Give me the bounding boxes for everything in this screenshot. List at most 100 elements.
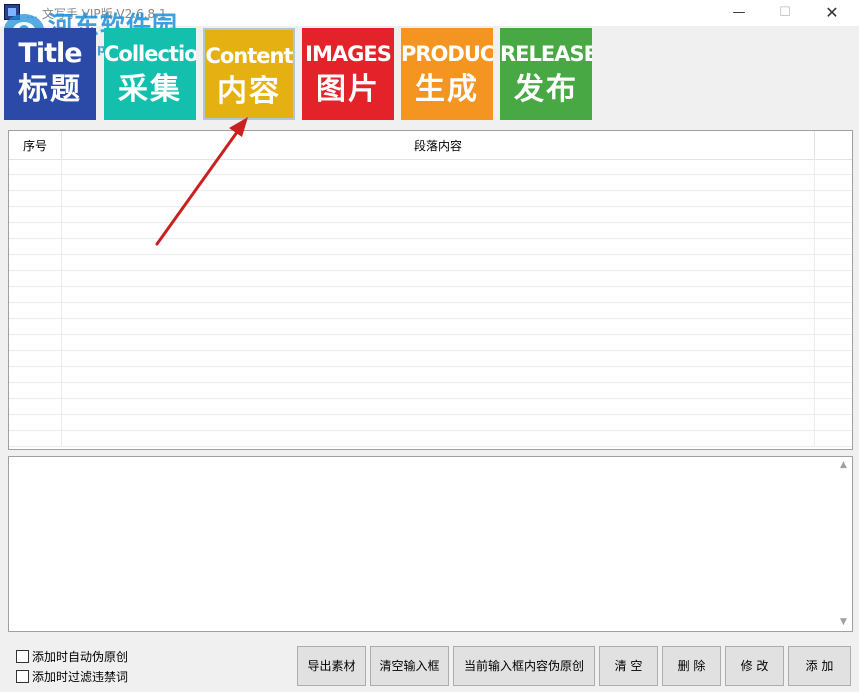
cell-paragraph xyxy=(62,191,815,207)
cell-paragraph xyxy=(62,303,815,319)
table-row[interactable] xyxy=(9,367,852,383)
table-row[interactable] xyxy=(9,335,852,351)
column-header-number[interactable]: 序号 xyxy=(9,131,62,159)
cell-paragraph xyxy=(62,271,815,287)
table-row[interactable] xyxy=(9,271,852,287)
cell-paragraph xyxy=(62,255,815,271)
close-button[interactable]: ✕ xyxy=(809,0,855,26)
table-row[interactable] xyxy=(9,303,852,319)
add-button[interactable]: 添 加 xyxy=(788,646,851,686)
tile-release-zh: 发布 xyxy=(514,72,578,107)
cell-number xyxy=(9,223,62,239)
tile-content-zh: 内容 xyxy=(217,74,281,109)
table-row[interactable] xyxy=(9,239,852,255)
cell-number xyxy=(9,367,62,383)
title-bar: … 文写手 VIP版 V2.6.8.1 — ☐ ✕ xyxy=(0,0,859,26)
tile-images-en: IMAGES xyxy=(305,42,392,66)
cell-number xyxy=(9,255,62,271)
cell-number xyxy=(9,287,62,303)
delete-button[interactable]: 删 除 xyxy=(662,646,721,686)
tile-release-en: RELEASE xyxy=(500,42,592,66)
cell-number xyxy=(9,319,62,335)
column-header-paragraph[interactable]: 段落内容 xyxy=(62,131,815,159)
cell-number xyxy=(9,303,62,319)
table-row[interactable] xyxy=(9,255,852,271)
paragraph-table[interactable]: 序号 段落内容 xyxy=(8,130,853,450)
table-row[interactable] xyxy=(9,431,852,447)
table-row[interactable] xyxy=(9,399,852,415)
checkbox-label: 添加时过滤违禁词 xyxy=(32,670,129,684)
cell-number xyxy=(9,271,62,287)
table-row[interactable] xyxy=(9,287,852,303)
cell-number xyxy=(9,383,62,399)
table-header: 序号 段落内容 xyxy=(9,131,852,160)
table-row[interactable] xyxy=(9,351,852,367)
cell-paragraph xyxy=(62,367,815,383)
pseudo-original-input-button[interactable]: 当前输入框内容伪原创 xyxy=(453,646,595,686)
table-row[interactable] xyxy=(9,207,852,223)
scroll-up-icon[interactable]: ▲ xyxy=(835,457,852,474)
clear-button[interactable]: 清 空 xyxy=(599,646,658,686)
cell-paragraph xyxy=(62,319,815,335)
table-row[interactable] xyxy=(9,415,852,431)
table-row[interactable] xyxy=(9,159,852,175)
tile-product-en: PRODUCT.. xyxy=(401,42,493,66)
table-row[interactable] xyxy=(9,223,852,239)
table-row[interactable] xyxy=(9,175,852,191)
table-row[interactable] xyxy=(9,383,852,399)
table-row[interactable] xyxy=(9,319,852,335)
tile-product[interactable]: PRODUCT.. 生成 xyxy=(401,28,493,120)
cell-number xyxy=(9,239,62,255)
clear-input-button[interactable]: 清空输入框 xyxy=(370,646,449,686)
tile-collection-zh: 采集 xyxy=(118,72,182,107)
maximize-button[interactable]: ☐ xyxy=(762,0,808,26)
cell-paragraph xyxy=(62,431,815,447)
cell-paragraph xyxy=(62,239,815,255)
tile-product-zh: 生成 xyxy=(415,72,479,107)
cell-paragraph xyxy=(62,415,815,431)
table-rows xyxy=(9,159,852,447)
cell-paragraph xyxy=(62,175,815,191)
minimize-button[interactable]: — xyxy=(716,0,762,26)
tile-images-zh: 图片 xyxy=(316,72,380,107)
cell-number xyxy=(9,159,62,175)
cell-number xyxy=(9,399,62,415)
textarea-scrollbar[interactable]: ▲ ▼ xyxy=(835,457,852,631)
filter-banned-words-checkbox[interactable]: 添加时过滤违禁词 xyxy=(16,668,128,684)
app-icon xyxy=(4,4,20,20)
scroll-down-icon[interactable]: ▼ xyxy=(835,614,852,631)
cell-paragraph xyxy=(62,287,815,303)
tile-title-en: Title xyxy=(18,38,82,69)
content-input-textarea[interactable]: ▲ ▼ xyxy=(8,456,853,632)
cell-paragraph xyxy=(62,159,815,175)
cell-paragraph xyxy=(62,383,815,399)
tile-collection-en: Collection xyxy=(104,42,196,66)
cell-number xyxy=(9,175,62,191)
window-title: … 文写手 VIP版 V2.6.8.1 xyxy=(26,7,167,21)
checkbox-label: 添加时自动伪原创 xyxy=(32,650,129,664)
cell-number xyxy=(9,431,62,447)
cell-number xyxy=(9,335,62,351)
cell-paragraph xyxy=(62,399,815,415)
cell-number xyxy=(9,415,62,431)
cell-paragraph xyxy=(62,223,815,239)
cell-number xyxy=(9,351,62,367)
tile-title[interactable]: Title 标题 xyxy=(4,28,96,120)
checkbox-box[interactable] xyxy=(16,670,29,683)
table-row[interactable] xyxy=(9,191,852,207)
tile-title-zh: 标题 xyxy=(18,72,82,107)
modify-button[interactable]: 修 改 xyxy=(725,646,784,686)
auto-pseudo-original-checkbox[interactable]: 添加时自动伪原创 xyxy=(16,648,128,664)
export-button[interactable]: 导出素材 xyxy=(297,646,366,686)
checkbox-box[interactable] xyxy=(16,650,29,663)
tile-content-en: Content xyxy=(205,44,293,68)
cell-number xyxy=(9,207,62,223)
cell-paragraph xyxy=(62,351,815,367)
tile-images[interactable]: IMAGES 图片 xyxy=(302,28,394,120)
cell-number xyxy=(9,191,62,207)
tile-release[interactable]: RELEASE 发布 xyxy=(500,28,592,120)
tile-content[interactable]: Content 内容 xyxy=(203,28,295,120)
cell-paragraph xyxy=(62,335,815,351)
tile-collection[interactable]: Collection 采集 xyxy=(104,28,196,120)
cell-paragraph xyxy=(62,207,815,223)
